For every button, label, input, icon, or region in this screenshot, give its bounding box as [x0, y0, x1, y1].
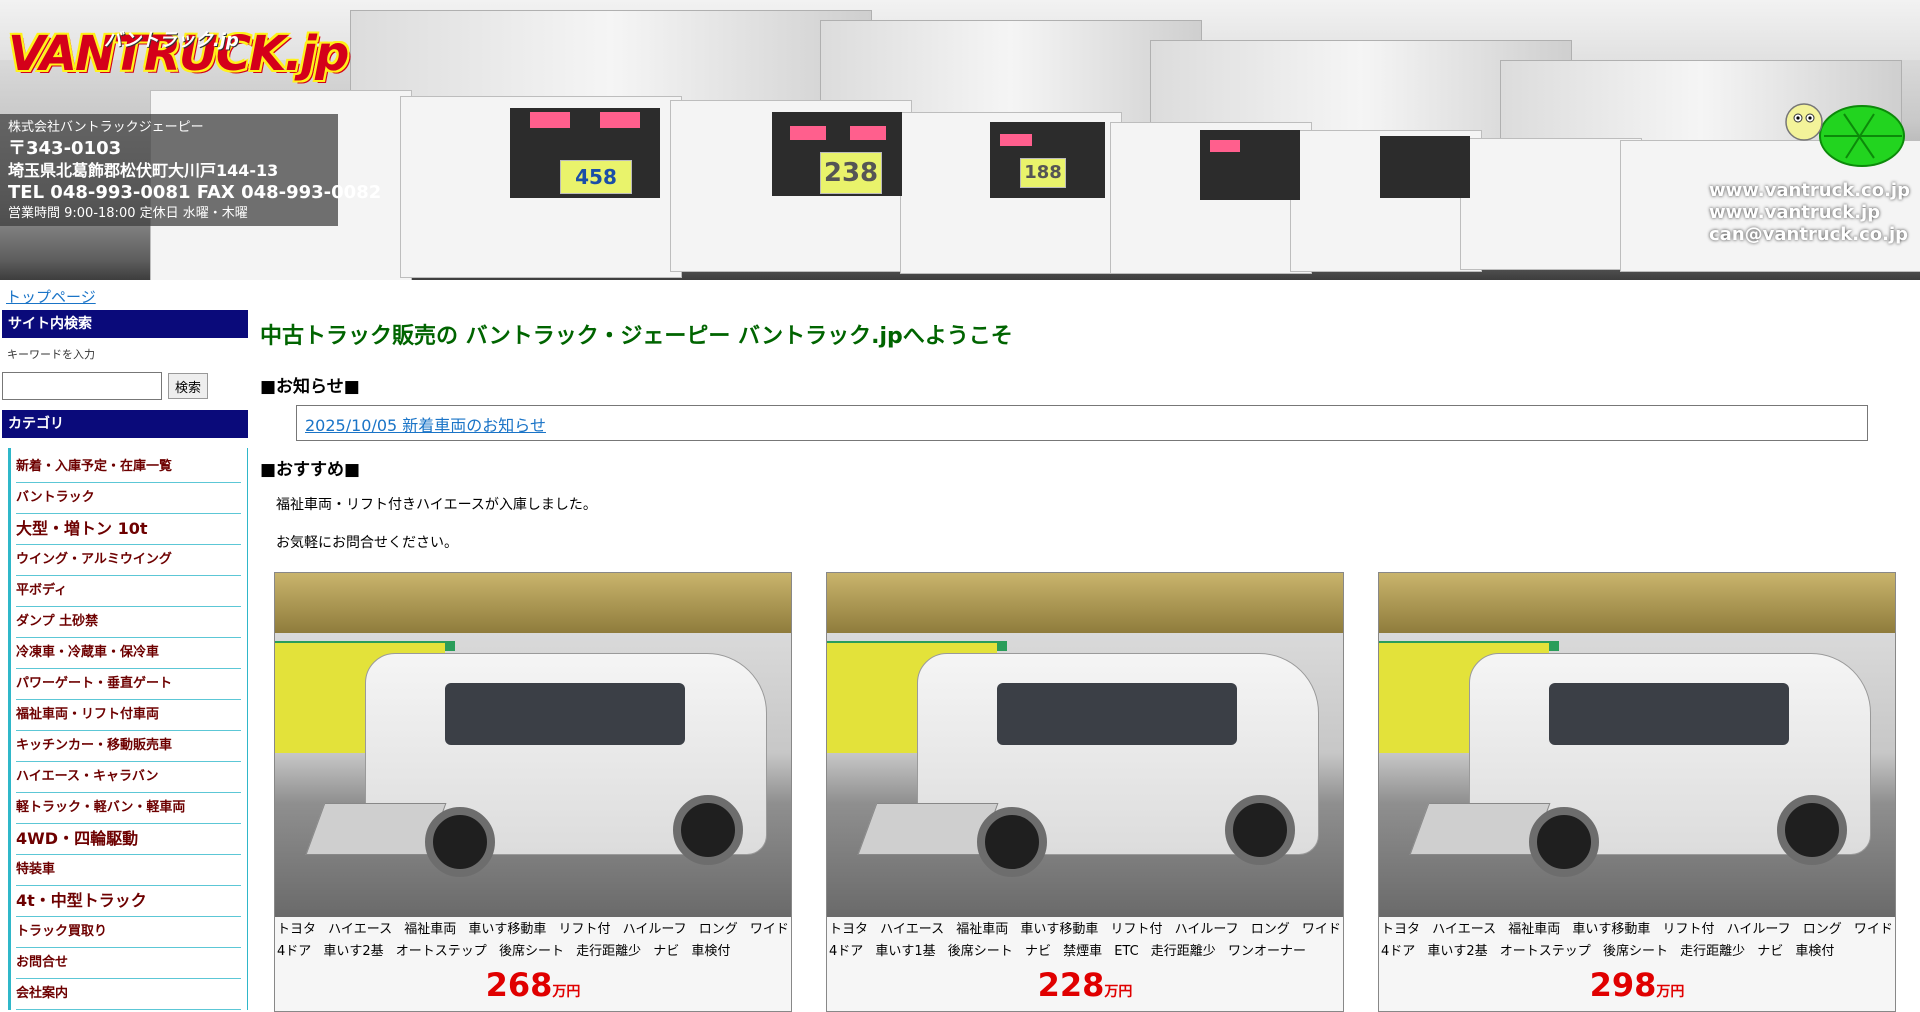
category-item[interactable]: キッチンカー・移動販売車 [16, 731, 241, 762]
company-address: 埼玉県北葛飾郡松伏町大川戸144-13 [8, 161, 279, 180]
vehicle-price: 298万円 [1379, 967, 1895, 1010]
vehicle-description: トヨタ ハイエース 福祉車両 車いす移動車 リフト付 ハイルーフ ロング ワイド… [277, 922, 789, 959]
price-tag-number: 458 [560, 160, 632, 194]
page-title: 中古トラック販売の バントラック・ジェーピー バントラック.jpへようこそ [260, 324, 1013, 349]
price-tag [600, 112, 640, 128]
search-subtext: キーワードを入力 [7, 348, 95, 361]
sidebar: サイト内検索 キーワードを入力 検索 カテゴリ 新着・入庫予定・在庫一覧 バントラ… [2, 310, 248, 1010]
category-item[interactable]: 4WD・四輪駆動 [16, 824, 241, 855]
tel-fax: TEL 048-993-0081 FAX 048-993-0082 [8, 182, 382, 203]
category-item[interactable]: トラック買取り [16, 917, 241, 948]
category-item[interactable]: ウイング・アルミウイング [16, 545, 241, 576]
mascot-icon [1785, 103, 1905, 167]
van-wheel [673, 795, 743, 865]
vehicle-description: トヨタ ハイエース 福祉車両 車いす移動車 リフト付 ハイルーフ ロング ワイド… [1381, 922, 1893, 959]
van-wheel [1529, 807, 1599, 877]
price-tag-number: 238 [820, 152, 882, 194]
category-heading: カテゴリ [2, 410, 248, 438]
truck-windshield [1380, 136, 1470, 198]
company-name: 株式会社バントラックジェーピー [8, 120, 204, 135]
van-window [997, 683, 1237, 745]
price-unit: 万円 [552, 984, 581, 1000]
category-item[interactable]: 4t・中型トラック [16, 886, 241, 917]
price-unit: 万円 [1104, 984, 1133, 1000]
news-link[interactable]: 2025/10/05 新着車両のお知らせ [305, 416, 546, 435]
category-item[interactable]: 福祉車両・リフト付車両 [16, 700, 241, 731]
canopy-roof [1379, 573, 1895, 633]
category-item[interactable]: 新着・入庫予定・在庫一覧 [16, 452, 241, 483]
category-list: 新着・入庫予定・在庫一覧 バントラック 大型・増トン 10t ウイング・アルミウイング… [8, 448, 248, 1010]
price-tag [1000, 134, 1032, 146]
zip-code: 〒343-0103 [8, 138, 122, 159]
category-item[interactable]: バントラック [16, 483, 241, 514]
price-value: 228 [1037, 966, 1105, 1004]
vehicle-photo[interactable] [275, 573, 791, 917]
main-content: 中古トラック販売の バントラック・ジェーピー バントラック.jpへようこそ ■お… [260, 318, 1910, 1012]
category-item[interactable]: 大型・増トン 10t [16, 514, 241, 545]
recommend-heading: ■おすすめ■ [260, 460, 361, 480]
category-item[interactable]: パワーゲート・垂直ゲート [16, 669, 241, 700]
category-item[interactable]: 冷凍車・冷蔵車・保冷車 [16, 638, 241, 669]
category-item[interactable]: 平ボディ [16, 576, 241, 607]
url-jp[interactable]: www.vantruck.jp [1709, 202, 1910, 224]
company-info: 株式会社バントラックジェーピー 〒343-0103 埼玉県北葛飾郡松伏町大川戸1… [0, 114, 382, 226]
price-unit: 万円 [1656, 984, 1685, 1000]
search-form: 検索 [2, 366, 248, 406]
news-box: 2025/10/05 新着車両のお知らせ [296, 405, 1868, 441]
van-wheel [1225, 795, 1295, 865]
van-window [1549, 683, 1789, 745]
vehicle-photo[interactable] [1379, 573, 1895, 917]
category-item[interactable]: 会社案内 [16, 979, 241, 1010]
price-tag-number: 188 [1020, 158, 1066, 188]
vehicle-description: トヨタ ハイエース 福祉車両 車いす移動車 リフト付 ハイルーフ ロング ワイド… [829, 922, 1341, 959]
logo-kana: バントラック.jp [104, 30, 239, 51]
canopy-roof [827, 573, 1343, 633]
canopy-roof [275, 573, 791, 633]
truck-cab [1460, 138, 1642, 270]
header-banner: 458 238 188 VANTRUCK.jp バントラック.jp 株式会社バン… [0, 0, 1920, 280]
search-heading: サイト内検索 [2, 310, 248, 338]
vehicle-price: 268万円 [275, 967, 791, 1010]
category-item[interactable]: お問合せ [16, 948, 241, 979]
vehicle-card[interactable]: トヨタ ハイエース 福祉車両 車いす移動車 リフト付 ハイルーフ ロング ワイド… [1378, 572, 1896, 1012]
price-tag [1210, 140, 1240, 152]
intro-text-2: お気軽にお問合せください。 [276, 535, 458, 551]
search-input[interactable] [2, 372, 162, 400]
contact-urls: www.vantruck.co.jp www.vantruck.jp can@v… [1709, 180, 1910, 246]
vehicle-photo[interactable] [827, 573, 1343, 917]
category-item[interactable]: ダンプ 土砂禁 [16, 607, 241, 638]
intro-text-1: 福祉車両・リフト付きハイエースが入庫しました。 [276, 497, 597, 513]
price-value: 298 [1589, 966, 1657, 1004]
category-item[interactable]: 特装車 [16, 855, 241, 886]
vehicle-card[interactable]: トヨタ ハイエース 福祉車両 車いす移動車 リフト付 ハイルーフ ロング ワイド… [274, 572, 792, 1012]
vehicle-price: 228万円 [827, 967, 1343, 1010]
van-wheel [1777, 795, 1847, 865]
site-logo[interactable]: VANTRUCK.jp バントラック.jp [8, 18, 349, 90]
price-tag [790, 126, 826, 140]
category-item[interactable]: ハイエース・キャラバン [16, 762, 241, 793]
search-button[interactable]: 検索 [168, 373, 209, 399]
van-wheel [425, 807, 495, 877]
news-heading: ■お知らせ■ [260, 377, 360, 397]
contact-email[interactable]: can@vantruck.co.jp [1709, 224, 1910, 246]
vehicle-card[interactable]: トヨタ ハイエース 福祉車両 車いす移動車 リフト付 ハイルーフ ロング ワイド… [826, 572, 1344, 1012]
breadcrumb-home[interactable]: トップページ [6, 286, 96, 307]
price-value: 268 [485, 966, 553, 1004]
category-item[interactable]: 軽トラック・軽バン・軽車両 [16, 793, 241, 824]
url-co-jp[interactable]: www.vantruck.co.jp [1709, 180, 1910, 202]
van-window [445, 683, 685, 745]
price-tag [850, 126, 886, 140]
van-wheel [977, 807, 1047, 877]
business-hours: 営業時間 9:00-18:00 定休日 水曜・木曜 [8, 206, 248, 221]
price-tag [530, 112, 570, 128]
